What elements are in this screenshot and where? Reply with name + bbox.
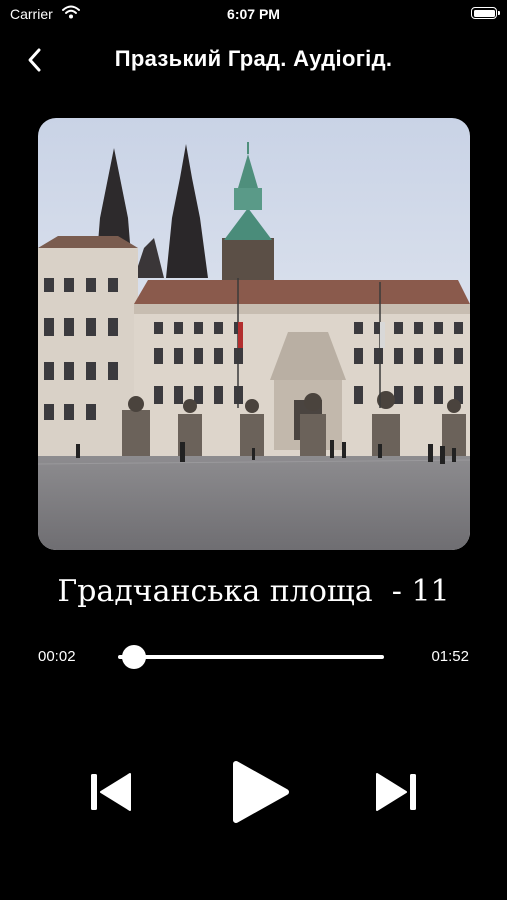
elapsed-time: 00:02: [38, 648, 76, 665]
play-button[interactable]: [230, 760, 290, 824]
album-art-image: [38, 118, 470, 550]
track-title: Градчанська площа - 11: [57, 574, 450, 609]
battery-icon: [471, 7, 500, 19]
duration-time: 01:52: [431, 648, 469, 665]
skip-forward-icon: [376, 773, 416, 811]
clock: 6:07 PM: [227, 6, 280, 22]
status-bar: Carrier 6:07 PM: [0, 0, 507, 28]
play-icon: [233, 761, 289, 823]
slider-track: [118, 655, 384, 659]
slider-thumb[interactable]: [122, 645, 147, 669]
skip-back-icon: [91, 773, 131, 811]
next-button[interactable]: [375, 770, 419, 814]
page-title: Празький Град. Аудіогід.: [114, 46, 393, 71]
previous-button[interactable]: [88, 770, 132, 814]
progress-slider[interactable]: [118, 644, 384, 670]
